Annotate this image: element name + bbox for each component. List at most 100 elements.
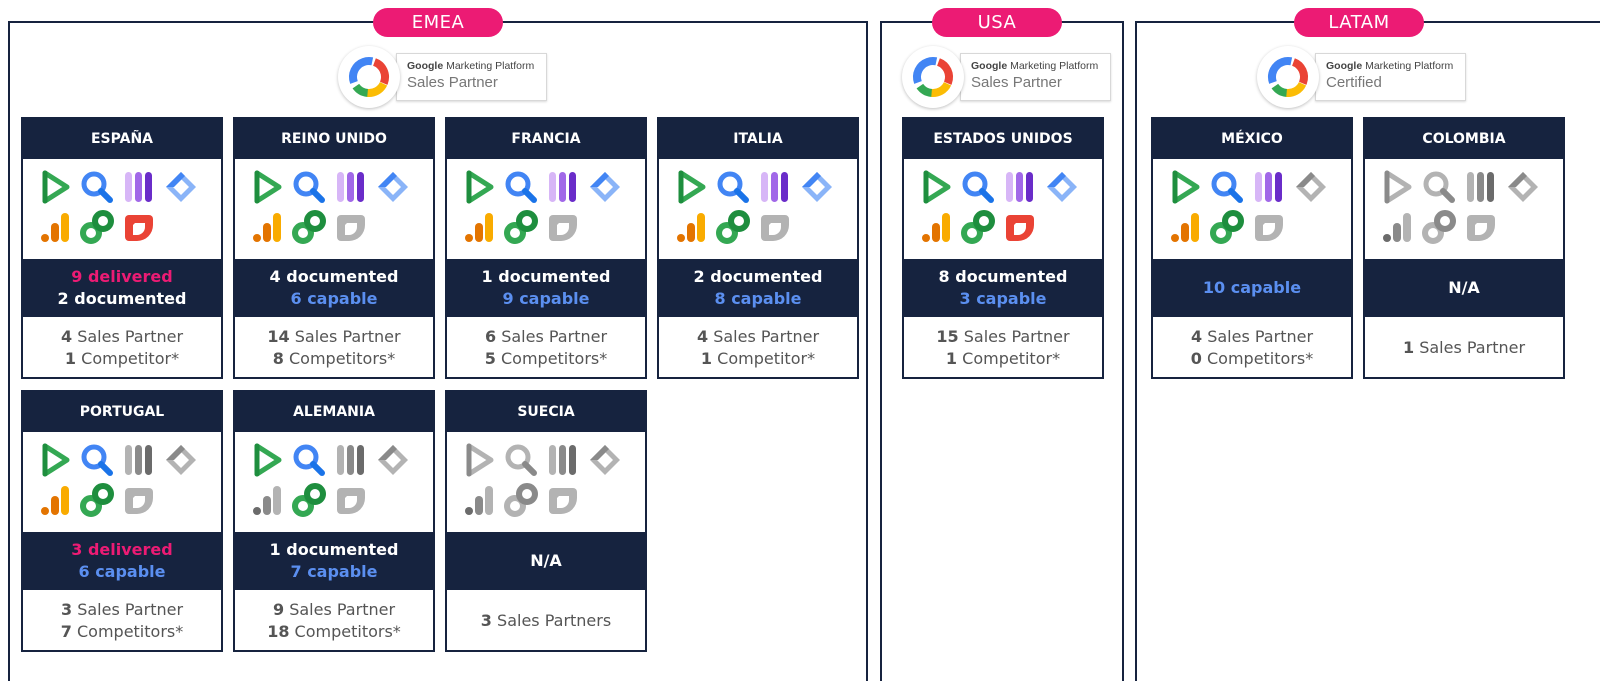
optimize-icon <box>504 483 538 517</box>
partner-counts: 4 Sales Partner 1 Competitor* <box>659 317 857 379</box>
count-line: 1 Competitor* <box>65 348 179 370</box>
tag-manager-icon <box>802 172 832 202</box>
display-video-360-icon <box>42 443 70 477</box>
status-block: N/A <box>447 532 645 590</box>
partner-counts: 4 Sales Partner 1 Competitor* <box>23 317 221 379</box>
looker-studio-icon <box>1006 215 1034 241</box>
display-video-360-icon <box>678 170 706 204</box>
status-block: 3 delivered 6 capable <box>23 532 221 590</box>
partner-counts: 6 Sales Partner 5 Competitors* <box>447 317 645 379</box>
status-na: N/A <box>1448 278 1480 297</box>
status-block: 1 documented 7 capable <box>235 532 433 590</box>
tag-manager-icon <box>590 445 620 475</box>
search-ads-360-icon <box>81 444 113 476</box>
count-number: 6 <box>484 327 497 346</box>
gmp-logo-icon <box>902 46 964 108</box>
tag-manager-icon <box>1508 172 1538 202</box>
count-label: Sales Partner <box>1419 338 1526 357</box>
status-documented: 1 documented <box>269 540 399 559</box>
campaign-manager-360-icon <box>1467 172 1494 202</box>
badge-latam: Google Marketing Platform Certified <box>1257 46 1467 108</box>
tag-manager-icon <box>166 172 196 202</box>
optimize-icon <box>1422 210 1456 244</box>
partner-counts: 14 Sales Partner 8 Competitors* <box>235 317 433 379</box>
badge-tier: Certified <box>1326 74 1382 91</box>
region-tag-usa: USA <box>932 8 1062 37</box>
status-capable: 10 capable <box>1202 278 1302 297</box>
analytics-icon <box>465 213 493 242</box>
looker-studio-icon <box>337 488 365 514</box>
count-line: 4 Sales Partner <box>1191 326 1313 348</box>
display-video-360-icon <box>1172 170 1200 204</box>
badge-usa: Google Marketing Platform Sales Partner <box>902 46 1112 108</box>
count-line: 8 Competitors* <box>273 348 395 370</box>
country-name: FRANCIA <box>447 119 645 159</box>
campaign-manager-360-icon <box>337 445 364 475</box>
product-icons <box>904 159 1102 259</box>
display-video-360-icon <box>254 170 282 204</box>
country-card-colombia: COLOMBIA N/A 1 Sales Partner <box>1363 117 1565 379</box>
count-line: 1 Sales Partner <box>1403 337 1525 359</box>
status-block: 2 documented 8 capable <box>659 259 857 317</box>
country-card-espana: ESPAÑA 9 delivered 2 documented 4 Sales Par… <box>21 117 223 379</box>
count-number: 5 <box>484 349 496 368</box>
count-line: 4 Sales Partner <box>697 326 819 348</box>
looker-studio-icon <box>1255 215 1283 241</box>
looker-studio-icon <box>549 215 577 241</box>
partner-counts: 9 Sales Partner 18 Competitors* <box>235 590 433 652</box>
analytics-icon <box>41 486 69 515</box>
optimize-icon <box>961 210 995 244</box>
count-line: 18 Competitors* <box>267 621 401 643</box>
analytics-icon <box>1383 213 1411 242</box>
tag-manager-icon <box>1296 172 1326 202</box>
region-tag-latam: LATAM <box>1294 8 1424 37</box>
count-label: Sales Partner <box>289 600 396 619</box>
count-label: Competitors* <box>500 349 608 368</box>
analytics-icon <box>253 213 281 242</box>
count-line: 14 Sales Partner <box>267 326 400 348</box>
count-number: 3 <box>60 600 73 619</box>
count-line: 3 Sales Partner <box>61 599 183 621</box>
partner-counts: 3 Sales Partners <box>447 590 645 652</box>
status-block: 1 documented 9 capable <box>447 259 645 317</box>
partner-counts: 4 Sales Partner 0 Competitors* <box>1153 317 1351 379</box>
status-documented: 2 documented <box>693 267 823 286</box>
search-ads-360-icon <box>505 444 537 476</box>
badge-brand: Google <box>971 60 1008 72</box>
badge-platform: Marketing Platform <box>1365 60 1454 72</box>
count-line: 5 Competitors* <box>485 348 607 370</box>
campaign-manager-360-icon <box>549 445 576 475</box>
country-card-portugal: PORTUGAL 3 delivered 6 capable 3 Sales Part… <box>21 390 223 652</box>
optimize-icon <box>292 210 326 244</box>
count-number: 9 <box>272 600 285 619</box>
badge-text: Google Marketing Platform Certified <box>1315 53 1467 101</box>
status-delivered: 9 delivered <box>71 267 173 286</box>
optimize-icon <box>292 483 326 517</box>
status-capable: 6 capable <box>290 289 378 308</box>
count-number: 1 <box>700 349 713 368</box>
count-number: 4 <box>60 327 73 346</box>
status-block: 10 capable <box>1153 259 1351 317</box>
count-label: Sales Partner <box>77 600 184 619</box>
count-label: Sales Partner <box>501 327 608 346</box>
count-line: 15 Sales Partner <box>936 326 1069 348</box>
search-ads-360-icon <box>1211 171 1243 203</box>
display-video-360-icon <box>42 170 70 204</box>
count-label: Competitors* <box>294 622 401 641</box>
count-number: 15 <box>936 327 959 346</box>
badge-text: Google Marketing Platform Sales Partner <box>960 53 1112 101</box>
badge-text: Google Marketing Platform Sales Partner <box>396 53 548 101</box>
tag-manager-icon <box>378 445 408 475</box>
status-documented: 4 documented <box>269 267 399 286</box>
product-icons <box>1365 159 1563 259</box>
optimize-icon <box>504 210 538 244</box>
looker-studio-icon <box>337 215 365 241</box>
partner-counts: 15 Sales Partner 1 Competitor* <box>904 317 1102 379</box>
campaign-manager-360-icon <box>125 172 152 202</box>
count-label: Competitor* <box>81 349 180 368</box>
count-number: 1 <box>64 349 77 368</box>
count-line: 9 Sales Partner <box>273 599 395 621</box>
product-icons <box>23 159 221 259</box>
analytics-icon <box>1171 213 1199 242</box>
tag-manager-icon <box>1047 172 1077 202</box>
